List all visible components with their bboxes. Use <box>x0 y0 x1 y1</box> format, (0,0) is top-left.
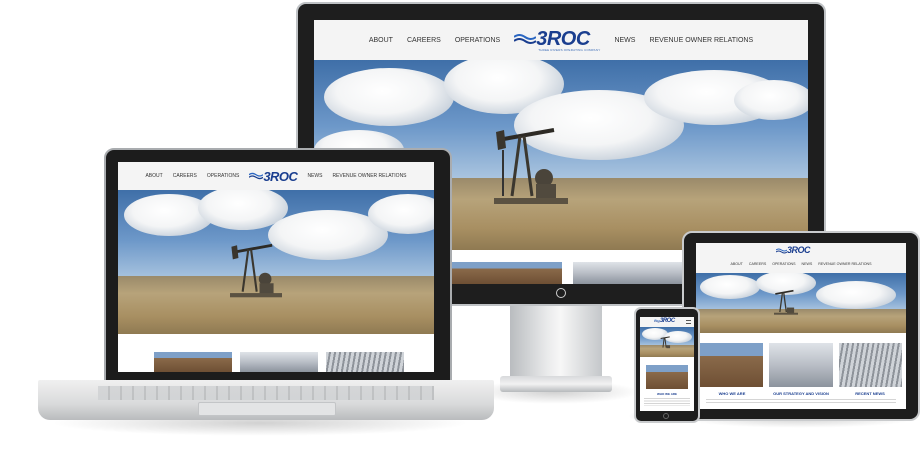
thumbnail-strategy[interactable] <box>239 352 319 372</box>
phone-screen: 3ROC WHO WE ARE <box>640 317 694 411</box>
laptop-hero-image <box>118 190 434 334</box>
monitor-stand-neck <box>510 300 602 382</box>
phone-home-button[interactable] <box>663 413 669 419</box>
tablet-caption-who-we-are[interactable]: WHO WE ARE <box>700 391 764 396</box>
laptop-logo[interactable]: 3ROC <box>249 168 298 184</box>
wave-icon <box>776 248 787 253</box>
thumbnail-strategy[interactable] <box>769 343 833 387</box>
wave-icon <box>514 33 537 44</box>
tablet-nav-about[interactable]: ABOUT <box>730 262 742 266</box>
tablet-caption-recent-news[interactable]: RECENT NEWS <box>838 391 902 396</box>
phone-header: 3ROC <box>640 317 694 327</box>
monitor-nav-operations[interactable]: OPERATIONS <box>455 37 500 44</box>
logo-wordmark: 3ROC <box>660 318 675 324</box>
monitor-stand-base <box>500 376 612 392</box>
monitor-nav-about[interactable]: ABOUT <box>369 37 393 44</box>
pumpjack-icon <box>494 128 568 204</box>
thumbnail-who-we-are[interactable] <box>154 352 233 372</box>
tablet-nav: ABOUT CAREERS OPERATIONS NEWS REVENUE OW… <box>696 262 906 266</box>
monitor-nav: ABOUT CAREERS OPERATIONS 3ROC Three Rive… <box>314 20 808 60</box>
pumpjack-icon <box>230 243 282 298</box>
laptop-base <box>38 380 494 420</box>
phone-hero-image <box>640 327 694 357</box>
phone-logo[interactable]: 3ROC <box>654 318 675 324</box>
pumpjack-icon <box>774 289 798 315</box>
logo-wordmark: 3ROC <box>263 168 298 184</box>
phone-thumbnail-who-we-are[interactable] <box>646 365 688 389</box>
thumbnail-who-we-are[interactable] <box>450 262 563 284</box>
phone-text-lines <box>644 398 690 406</box>
phone-caption-who-we-are[interactable]: WHO WE ARE <box>640 392 694 396</box>
logo-wordmark: 3ROC <box>536 27 590 50</box>
laptop-nav-about[interactable]: ABOUT <box>145 173 162 179</box>
tablet: 3ROC ABOUT CAREERS OPERATIONS NEWS REVEN… <box>682 231 920 421</box>
laptop-nav-operations[interactable]: OPERATIONS <box>207 173 239 179</box>
tablet-nav-careers[interactable]: CAREERS <box>749 262 766 266</box>
tablet-nav-news[interactable]: NEWS <box>802 262 813 266</box>
tablet-screen: 3ROC ABOUT CAREERS OPERATIONS NEWS REVEN… <box>696 243 906 409</box>
tablet-caption-strategy[interactable]: OUR STRATEGY AND VISION <box>768 391 834 396</box>
laptop-nav-careers[interactable]: CAREERS <box>173 173 197 179</box>
logo-wordmark: 3ROC <box>787 245 811 255</box>
tablet-header: 3ROC ABOUT CAREERS OPERATIONS NEWS REVEN… <box>696 243 906 273</box>
menu-icon[interactable] <box>686 320 691 324</box>
pumpjack-icon <box>660 336 671 349</box>
tablet-logo[interactable]: 3ROC <box>776 245 811 255</box>
monitor-nav-careers[interactable]: CAREERS <box>407 37 441 44</box>
laptop-keyboard <box>98 386 434 400</box>
monitor-nav-news[interactable]: NEWS <box>614 37 635 44</box>
monitor-logo[interactable]: 3ROC Three Rivers Operating Company <box>514 29 600 52</box>
thumbnail-news[interactable] <box>325 352 404 372</box>
tablet-hero-image <box>696 273 906 333</box>
wave-icon <box>249 172 264 180</box>
tablet-thumbnails <box>700 343 902 387</box>
tablet-nav-operations[interactable]: OPERATIONS <box>772 262 795 266</box>
laptop-thumbnails <box>154 352 404 372</box>
thumbnail-strategy[interactable] <box>572 262 686 284</box>
laptop-nav-news[interactable]: NEWS <box>307 173 322 179</box>
laptop-nav: ABOUT CAREERS OPERATIONS 3ROC NEWS REVEN… <box>118 162 434 190</box>
thumbnail-who-we-are[interactable] <box>700 343 764 387</box>
laptop: ABOUT CAREERS OPERATIONS 3ROC NEWS REVEN… <box>104 148 452 384</box>
power-icon[interactable] <box>556 288 566 298</box>
laptop-nav-revenue-owner-relations[interactable]: REVENUE OWNER RELATIONS <box>332 173 406 179</box>
tablet-nav-revenue-owner-relations[interactable]: REVENUE OWNER RELATIONS <box>818 262 871 266</box>
logo-tagline: Three Rivers Operating Company <box>538 47 601 52</box>
monitor-nav-revenue-owner-relations[interactable]: REVENUE OWNER RELATIONS <box>649 37 753 44</box>
tablet-text-lines <box>706 399 896 405</box>
laptop-trackpad[interactable] <box>198 402 336 416</box>
thumbnail-news[interactable] <box>838 343 902 387</box>
phone: 3ROC WHO WE ARE <box>634 307 700 423</box>
laptop-screen: ABOUT CAREERS OPERATIONS 3ROC NEWS REVEN… <box>118 162 434 372</box>
